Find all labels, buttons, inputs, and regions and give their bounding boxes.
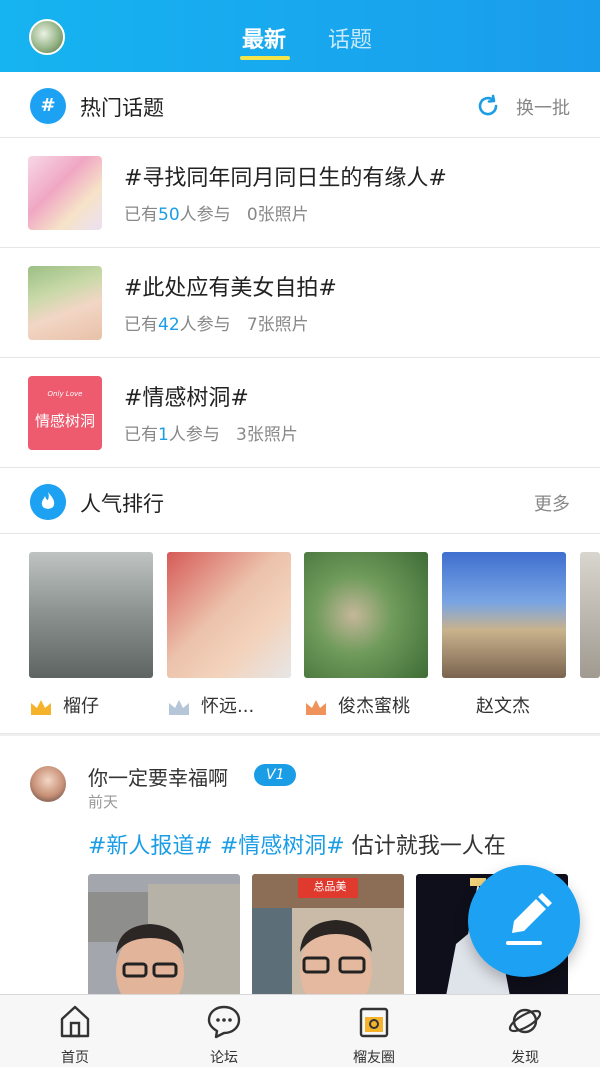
active-tab-indicator — [240, 56, 290, 60]
post-photo[interactable]: 总品美 — [252, 874, 404, 996]
post-time: 前天 — [88, 793, 119, 811]
silver-crown-icon — [169, 700, 189, 715]
tab-topics[interactable]: 话题 — [328, 22, 372, 54]
topic-title: #此处应有美女自拍# — [124, 276, 337, 301]
top-header: 最新 话题 — [0, 0, 600, 72]
rank-photo — [167, 552, 291, 678]
topic-thumbnail: Only Love 情感树洞 — [28, 376, 102, 450]
topic-thumbnail — [28, 266, 102, 340]
tab-latest[interactable]: 最新 — [242, 22, 286, 54]
topic-thumbnail — [28, 156, 102, 230]
topic-title: #情感树洞# — [124, 386, 249, 411]
rank-photo — [442, 552, 566, 678]
topic-title: #寻找同年同月同日生的有缘人# — [124, 166, 447, 191]
post-tag[interactable]: #情感树洞# — [220, 834, 345, 859]
hot-topics-header: # 热门话题 换一批 — [0, 72, 600, 138]
bronze-crown-icon — [306, 700, 326, 715]
post-tag[interactable]: #新人报道# — [88, 834, 213, 859]
tab-discover[interactable]: 发现 — [485, 1003, 565, 1067]
tab-forum-label: 论坛 — [210, 1050, 238, 1066]
hot-topics-title: 热门话题 — [80, 96, 164, 120]
ranking-section: 人气排行 更多 榴仔 怀远... 俊杰蜜桃 赵文杰 — [0, 468, 600, 734]
refresh-icon[interactable] — [476, 94, 500, 118]
compose-button[interactable] — [468, 865, 580, 977]
rank-photo — [580, 552, 600, 678]
more-button[interactable]: 更多 — [534, 490, 570, 516]
rank-item[interactable]: 俊杰蜜桃 — [304, 552, 428, 717]
hot-topics-section: # 热门话题 换一批 #寻找同年同月同日生的有缘人# 已有50人参与 0张照片 … — [0, 72, 600, 468]
tab-home-label: 首页 — [61, 1050, 89, 1066]
hashtag-icon: # — [30, 88, 66, 124]
rank-name: 俊杰蜜桃 — [304, 692, 484, 718]
topic-item[interactable]: #寻找同年同月同日生的有缘人# 已有50人参与 0张照片 — [0, 138, 600, 248]
topic-meta: 已有42人参与 7张照片 — [124, 315, 309, 335]
ranking-title: 人气排行 — [80, 492, 164, 516]
rank-item[interactable]: 怀远... — [167, 552, 291, 717]
pencil-icon — [506, 893, 552, 945]
tab-forum[interactable]: 论坛 — [184, 1003, 264, 1067]
topic-meta: 已有1人参与 3张照片 — [124, 425, 298, 445]
rank-item[interactable]: 榴仔 — [29, 552, 153, 717]
ranking-header: 人气排行 更多 — [0, 468, 600, 534]
rank-photo — [304, 552, 428, 678]
rank-item[interactable]: 赵文杰 — [442, 552, 566, 717]
post-username[interactable]: 你一定要幸福啊 — [88, 762, 228, 791]
post-photo[interactable] — [88, 874, 240, 996]
topic-item[interactable]: #此处应有美女自拍# 已有42人参与 7张照片 — [0, 248, 600, 358]
chat-bubble-icon — [207, 1005, 241, 1039]
home-icon — [60, 1005, 90, 1038]
ranking-list: 榴仔 怀远... 俊杰蜜桃 赵文杰 — [0, 534, 600, 734]
rank-item[interactable] — [580, 552, 600, 678]
tab-home[interactable]: 首页 — [35, 1003, 115, 1067]
gold-crown-icon — [31, 700, 51, 715]
user-avatar[interactable] — [29, 19, 65, 55]
planet-icon — [508, 1008, 542, 1034]
topic-item[interactable]: Only Love 情感树洞 #情感树洞# 已有1人参与 3张照片 — [0, 358, 600, 468]
level-badge: V1 — [254, 764, 297, 786]
tab-discover-label: 发现 — [511, 1050, 539, 1066]
refresh-topics-button[interactable]: 换一批 — [516, 94, 570, 120]
bottom-tabbar: 首页 论坛 榴友圈 发现 — [0, 994, 600, 1067]
tab-moments-label: 榴友圈 — [353, 1050, 395, 1066]
topic-meta: 已有50人参与 0张照片 — [124, 205, 309, 225]
post-avatar[interactable] — [30, 766, 66, 802]
flame-icon — [30, 484, 66, 520]
rank-photo — [29, 552, 153, 678]
post-text: #新人报道# #情感树洞# 估计就我一人在 — [88, 834, 506, 859]
rank-name: 赵文杰 — [476, 696, 530, 717]
camera-icon — [359, 1007, 389, 1038]
tab-moments[interactable]: 榴友圈 — [334, 1003, 414, 1067]
